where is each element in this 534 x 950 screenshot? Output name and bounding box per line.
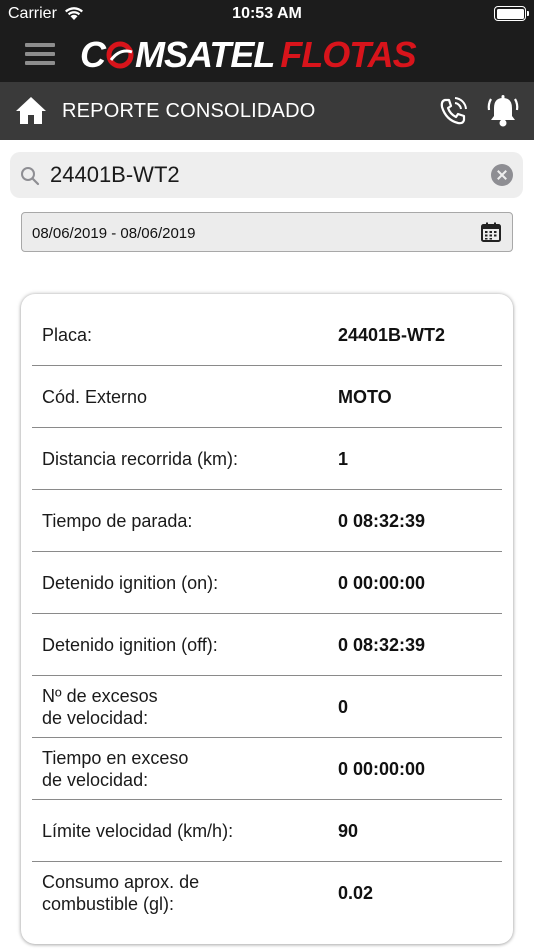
- status-time: 10:53 AM: [232, 5, 302, 22]
- search-icon: [20, 166, 40, 186]
- app-header: C MSATEL FLOTAS: [0, 28, 534, 82]
- row-value: 0.02: [338, 882, 374, 903]
- search-bar: [10, 152, 523, 198]
- report-card: Placa: 24401B-WT2 Cód. Externo MOTO Dist…: [21, 294, 513, 944]
- row-value: 0 00:00:00: [338, 572, 426, 593]
- report-row-tiempo-parada: Tiempo de parada: 0 08:32:39: [32, 490, 502, 552]
- row-label: Cód. Externo: [42, 387, 148, 407]
- logo-msatel: MSATEL: [135, 34, 275, 75]
- home-icon[interactable]: [14, 94, 48, 126]
- clear-search-icon[interactable]: [491, 164, 513, 186]
- row-label: Distancia recorrida (km):: [42, 449, 239, 469]
- report-row-placa: Placa: 24401B-WT2: [32, 304, 502, 366]
- report-row-consumo: Consumo aprox. de combustible (gl): 0.02: [32, 862, 502, 924]
- row-label: Detenido ignition (off):: [42, 635, 218, 655]
- row-label: Nº de excesos de velocidad:: [42, 686, 158, 728]
- battery-fill: [496, 8, 524, 19]
- row-label: Consumo aprox. de combustible (gl):: [42, 872, 200, 914]
- row-label: Límite velocidad (km/h):: [42, 821, 234, 841]
- row-value: 0 08:32:39: [338, 634, 426, 655]
- comsatel-logo: C MSATEL FLOTAS: [80, 34, 417, 76]
- report-row-distancia: Distancia recorrida (km): 1: [32, 428, 502, 490]
- row-value: 0 08:32:39: [338, 510, 426, 531]
- report-row-ignition-off: Detenido ignition (off): 0 08:32:39: [32, 614, 502, 676]
- row-label: Detenido ignition (on):: [42, 573, 219, 593]
- row-value: 1: [338, 448, 349, 469]
- sub-header: REPORTE CONSOLIDADO: [0, 82, 534, 140]
- logo-o-mark: [105, 37, 135, 69]
- row-label: Tiempo en exceso de velocidad:: [42, 748, 189, 790]
- logo-c-letter: C: [80, 34, 106, 75]
- row-value: 90: [338, 820, 359, 841]
- status-bar: Carrier 10:53 AM: [0, 0, 534, 28]
- report-row-tiempo-exceso: Tiempo en exceso de velocidad: 0 00:00:0…: [32, 738, 502, 800]
- report-row-excesos: Nº de excesos de velocidad: 0: [32, 676, 502, 738]
- phone-ring-icon[interactable]: [436, 94, 470, 128]
- row-label: Tiempo de parada:: [42, 511, 193, 531]
- row-value: MOTO: [338, 386, 392, 407]
- report-row-ignition-on: Detenido ignition (on): 0 00:00:00: [32, 552, 502, 614]
- logo-part1: C MSATEL: [80, 34, 275, 76]
- report-row-limite-velocidad: Límite velocidad (km/h): 90: [32, 800, 502, 862]
- hamburger-icon[interactable]: [25, 43, 55, 67]
- page-title: REPORTE CONSOLIDADO: [62, 100, 316, 122]
- logo-part2: FLOTAS: [280, 34, 416, 75]
- date-range-text: 08/06/2019 - 08/06/2019: [32, 225, 196, 242]
- row-value: 0: [338, 696, 349, 717]
- report-row-cod-externo: Cód. Externo MOTO: [32, 366, 502, 428]
- battery-icon: [494, 6, 529, 21]
- calendar-icon[interactable]: [481, 222, 501, 242]
- bell-icon[interactable]: [486, 93, 520, 129]
- row-value: 0 00:00:00: [338, 758, 426, 779]
- row-value: 24401B-WT2: [338, 324, 446, 345]
- search-input[interactable]: [50, 158, 490, 192]
- date-range-picker[interactable]: 08/06/2019 - 08/06/2019: [21, 212, 513, 252]
- row-label: Placa:: [42, 325, 93, 345]
